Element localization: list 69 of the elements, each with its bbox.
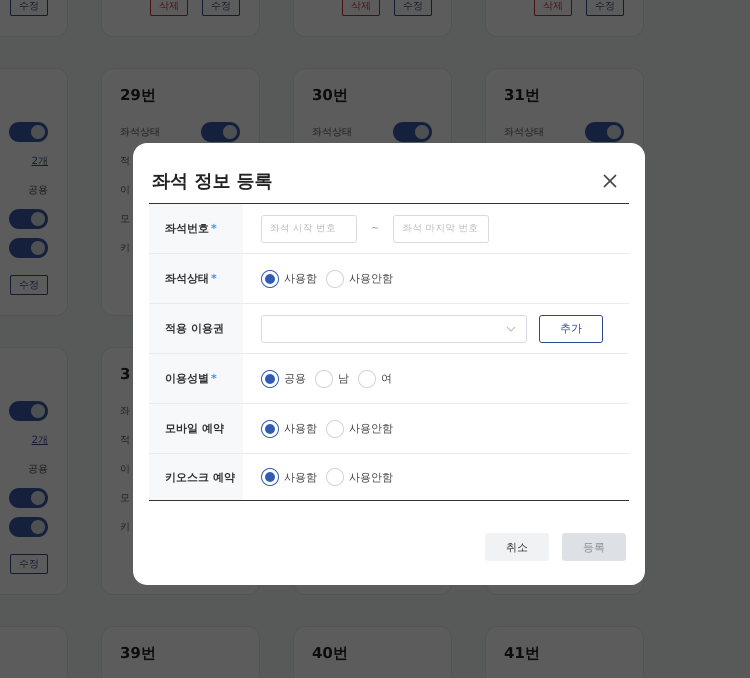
delete-button[interactable]: 삭제 [150, 0, 188, 16]
field-label: 모 [120, 492, 130, 504]
radio-button[interactable] [261, 370, 279, 388]
chevron-down-icon [506, 326, 516, 332]
field-label: 모 [120, 212, 130, 226]
radio-label[interactable]: 사용함 [284, 271, 317, 286]
seat-number: 39번 [120, 643, 156, 663]
toggle-switch[interactable] [9, 488, 48, 508]
delete-button[interactable]: 삭제 [342, 0, 380, 16]
field-value: 공용 [28, 184, 48, 196]
seat-number: 3 [120, 364, 130, 384]
field-label: 키 [120, 242, 130, 254]
radio-label[interactable]: 공용 [284, 371, 306, 386]
field-label: 좌석상태 [120, 126, 160, 138]
cancel-button[interactable]: 취소 [485, 533, 549, 561]
field-label: 모바일 예약 [165, 421, 224, 436]
radio-label[interactable]: 사용안함 [349, 271, 393, 286]
radio-button[interactable] [261, 270, 279, 288]
field-label: 좌석번호 * [165, 221, 217, 236]
field-label: 이 [120, 184, 130, 196]
radio-button[interactable] [261, 468, 279, 486]
pass-dropdown[interactable] [261, 314, 527, 342]
count-link[interactable]: 2개 [32, 154, 48, 168]
edit-button[interactable]: 수정 [10, 275, 48, 295]
toggle-switch[interactable] [9, 516, 48, 536]
field-value: 공용 [28, 462, 48, 476]
field-label: 이 [120, 462, 130, 476]
radio-label[interactable]: 여 [381, 371, 392, 386]
field-label: 키 [120, 520, 130, 534]
edit-button[interactable]: 수정 [10, 0, 48, 16]
toggle-switch[interactable] [9, 400, 48, 420]
toggle-switch[interactable] [585, 122, 624, 142]
seat-number: 30번 [312, 85, 348, 105]
seat-number: 40번 [312, 643, 348, 663]
count-link[interactable]: 2개 [32, 432, 48, 446]
close-icon[interactable] [602, 173, 618, 189]
range-separator: ~ [371, 223, 380, 234]
toggle-switch[interactable] [9, 208, 48, 228]
radio-button[interactable] [261, 420, 279, 438]
toggle-switch[interactable] [9, 122, 48, 142]
field-label: 좌석상태 [504, 126, 544, 138]
delete-button[interactable]: 삭제 [534, 0, 572, 16]
seat-number: 29번 [120, 85, 156, 105]
radio-label[interactable]: 사용함 [284, 470, 317, 484]
field-label: 적 [120, 154, 130, 168]
field-label: 좌 [120, 404, 130, 418]
radio-label[interactable]: 사용안함 [349, 470, 393, 484]
seat-number: 31번 [504, 85, 540, 105]
end-number-field[interactable]: 좌석 마지막 번호 [393, 214, 490, 242]
field-label: 키오스크 예약 [165, 470, 235, 484]
add-button[interactable]: 추가 [539, 314, 603, 342]
seat-number: 41번 [504, 643, 540, 663]
field-label: 좌석상태 [312, 126, 352, 138]
radio-label[interactable]: 사용안함 [349, 421, 393, 436]
edit-button[interactable]: 수정 [10, 554, 48, 574]
radio-label[interactable]: 남 [338, 371, 349, 386]
start-number-field[interactable]: 좌석 시작 번호 [261, 214, 357, 242]
edit-button[interactable]: 수정 [202, 0, 240, 16]
toggle-switch[interactable] [393, 122, 432, 142]
field-label: 적용 이용권 [165, 321, 224, 336]
field-label: 이용성별 * [165, 371, 217, 386]
dialog-title: 좌석 정보 등록 [152, 170, 273, 193]
edit-button[interactable]: 수정 [394, 0, 432, 16]
radio-label[interactable]: 사용함 [284, 421, 317, 436]
field-label: 적 [120, 434, 130, 446]
toggle-switch[interactable] [201, 122, 240, 142]
field-label: 좌석상태 * [165, 271, 217, 286]
edit-button[interactable]: 수정 [586, 0, 624, 16]
toggle-switch[interactable] [9, 238, 48, 258]
